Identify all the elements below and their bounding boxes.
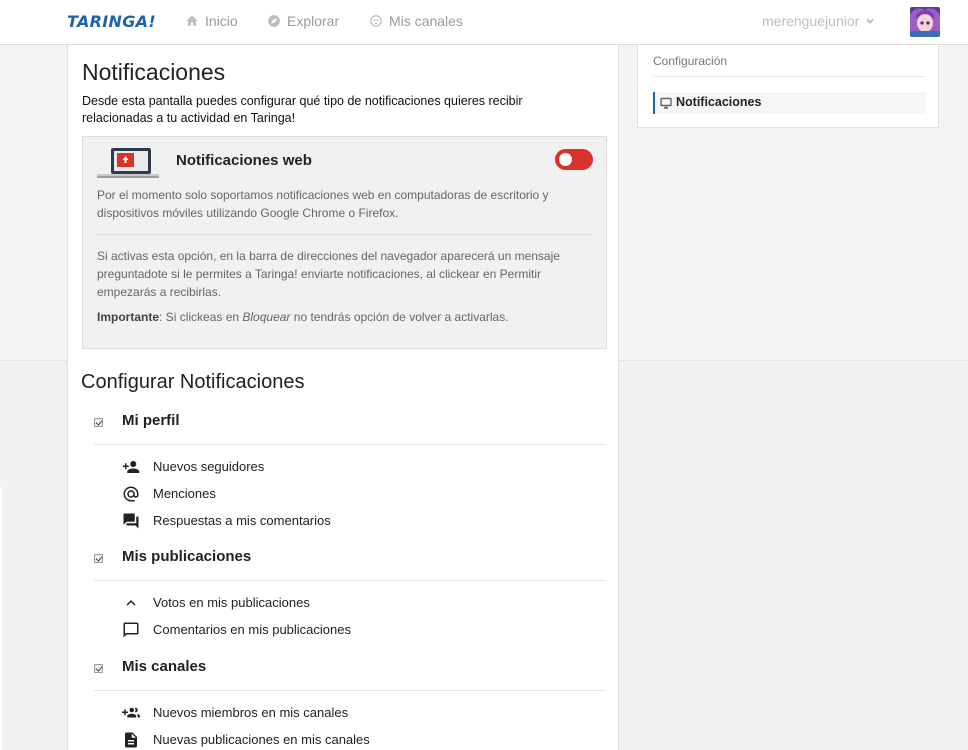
toggle-knob: [559, 153, 572, 166]
option-label: Comentarios en mis publicaciones: [153, 622, 351, 637]
configure-notifications-card: Configurar Notificaciones Mi perfil Nuev…: [67, 360, 619, 750]
nav-mis-canales[interactable]: Mis canales: [369, 13, 463, 29]
section-divider: [94, 580, 606, 581]
chevron-down-icon: [866, 18, 875, 24]
laptop-notification-icon: [97, 148, 159, 178]
sidebar-divider: [653, 76, 924, 77]
section-mi-perfil: Mi perfil: [94, 412, 180, 429]
web-notifications-info: Por el momento solo soportamos notificac…: [97, 188, 549, 220]
monitor-icon: [660, 97, 672, 109]
option-label: Nuevos miembros en mis canales: [153, 705, 349, 720]
settings-sidebar: Configuración Notificaciones: [637, 45, 939, 128]
notifications-card: Notificaciones Desde esta pantalla puede…: [67, 45, 619, 361]
warning-text-b: no tendrás opción de volver a activarlas…: [290, 310, 509, 324]
user-menu[interactable]: merenguejunior: [762, 13, 875, 29]
web-notifications-toggle[interactable]: [555, 149, 593, 170]
option-label: Nuevos seguidores: [153, 459, 265, 474]
option-menciones[interactable]: Menciones: [122, 485, 216, 503]
nav-mis-canales-label: Mis canales: [389, 13, 463, 29]
home-icon: [186, 15, 198, 26]
sidebar-title: Configuración: [653, 54, 728, 68]
divider: [0, 487, 2, 750]
compass-icon: [268, 15, 280, 27]
channels-icon: [370, 15, 382, 27]
nav-inicio[interactable]: Inicio: [185, 13, 238, 29]
forum-icon: [123, 513, 139, 529]
username: merenguejunior: [762, 13, 860, 29]
option-nuevas-publicaciones[interactable]: Nuevas publicaciones en mis canales: [122, 731, 370, 749]
section-checkbox[interactable]: [94, 418, 103, 427]
avatar[interactable]: [910, 7, 940, 37]
warning-text-a: : Si clickeas en: [159, 310, 243, 324]
page-description: Desde esta pantalla puedes configurar qu…: [82, 94, 523, 125]
option-nuevos-seguidores[interactable]: Nuevos seguidores: [122, 458, 264, 476]
top-bar: TARINGA! Inicio Explorar Mis canales mer…: [0, 0, 968, 45]
option-votos[interactable]: Votos en mis publicaciones: [122, 594, 310, 612]
group-add-icon: [122, 707, 140, 718]
section-label: Mis canales: [122, 658, 207, 675]
chevron-up-icon: [126, 600, 136, 606]
bloquear-term: Bloquear: [242, 310, 291, 324]
section-divider: [94, 444, 606, 445]
nav-explorar-label: Explorar: [287, 13, 340, 29]
section-label: Mis publicaciones: [122, 548, 252, 565]
sidebar-item-notificaciones[interactable]: Notificaciones: [653, 92, 926, 114]
section-label: Mi perfil: [122, 412, 180, 429]
page-title: Notificaciones: [82, 59, 226, 85]
web-notifications-box: Notificaciones web Por el momento solo s…: [82, 136, 607, 349]
sidebar-item-label: Notificaciones: [676, 95, 762, 109]
option-label: Nuevas publicaciones en mis canales: [153, 732, 370, 747]
web-notifications-warning: Importante: Si clickeas en Bloquear no t…: [97, 308, 592, 326]
taringa-logo[interactable]: TARINGA!: [67, 12, 156, 31]
section-mis-canales: Mis canales: [94, 658, 206, 675]
document-icon: [125, 732, 137, 748]
web-notifications-instructions: Si activas esta opción, en la barra de d…: [97, 249, 560, 299]
at-icon: [123, 486, 139, 502]
option-nuevos-miembros[interactable]: Nuevos miembros en mis canales: [122, 704, 348, 722]
option-respuestas[interactable]: Respuestas a mis comentarios: [122, 512, 331, 530]
person-add-icon: [122, 461, 140, 473]
option-label: Menciones: [153, 486, 216, 501]
nav-explorar[interactable]: Explorar: [267, 13, 339, 29]
section-checkbox[interactable]: [94, 554, 103, 563]
option-comentarios[interactable]: Comentarios en mis publicaciones: [122, 621, 351, 639]
config-title: Configurar Notificaciones: [81, 371, 305, 393]
section-checkbox[interactable]: [94, 664, 103, 673]
important-label: Importante: [97, 310, 160, 324]
section-divider: [94, 690, 606, 691]
web-notifications-title: Notificaciones web: [176, 152, 312, 169]
option-label: Respuestas a mis comentarios: [153, 513, 331, 528]
divider: [97, 234, 593, 235]
option-label: Votos en mis publicaciones: [153, 595, 310, 610]
section-mis-publicaciones: Mis publicaciones: [94, 548, 251, 565]
nav-inicio-label: Inicio: [205, 13, 238, 29]
comment-icon: [123, 622, 139, 638]
